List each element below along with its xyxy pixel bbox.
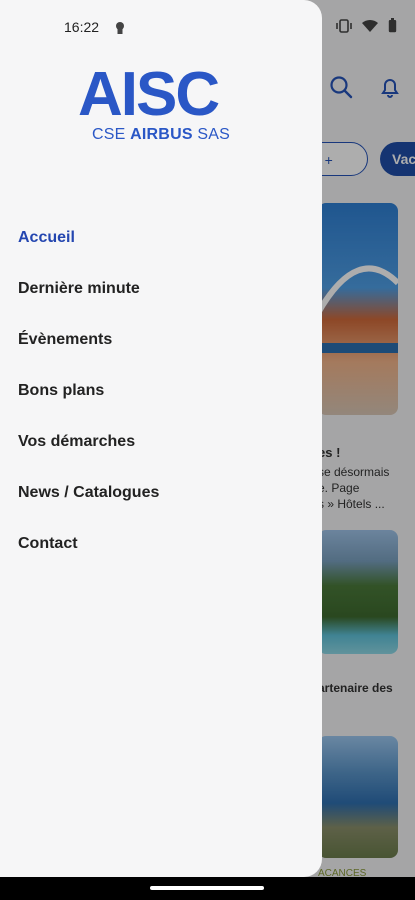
screen: e + Vac es ! se désormais e. Page s » Hô… [0, 0, 415, 877]
menu-item-accueil[interactable]: Accueil [0, 212, 322, 263]
menu-item-contact[interactable]: Contact [0, 518, 322, 569]
aisc-logo: AISC CSE AIRBUS SAS [78, 64, 248, 148]
menu-item-vos-demarches[interactable]: Vos démarches [0, 416, 322, 467]
logo-wordmark: AISC [78, 60, 220, 129]
menu-item-derniere-minute[interactable]: Dernière minute [0, 263, 322, 314]
menu-item-evenements[interactable]: Évènements [0, 314, 322, 365]
status-time: 16:22 [64, 19, 100, 35]
logo-sub-prefix: CSE [92, 126, 126, 143]
logo-sub-bold: AIRBUS [130, 126, 193, 143]
navigation-drawer: 16:22 AISC CSE AIRBUS SAS Accueil Derniè… [0, 0, 322, 877]
notification-icon [115, 21, 125, 40]
home-gesture-handle[interactable] [150, 886, 264, 890]
system-nav-bar [0, 877, 415, 900]
drawer-menu: Accueil Dernière minute Évènements Bons … [0, 212, 322, 569]
menu-item-bons-plans[interactable]: Bons plans [0, 365, 322, 416]
logo-sub-suffix: SAS [197, 126, 230, 143]
logo-subtitle: CSE AIRBUS SAS [92, 126, 230, 144]
menu-item-news-catalogues[interactable]: News / Catalogues [0, 467, 322, 518]
